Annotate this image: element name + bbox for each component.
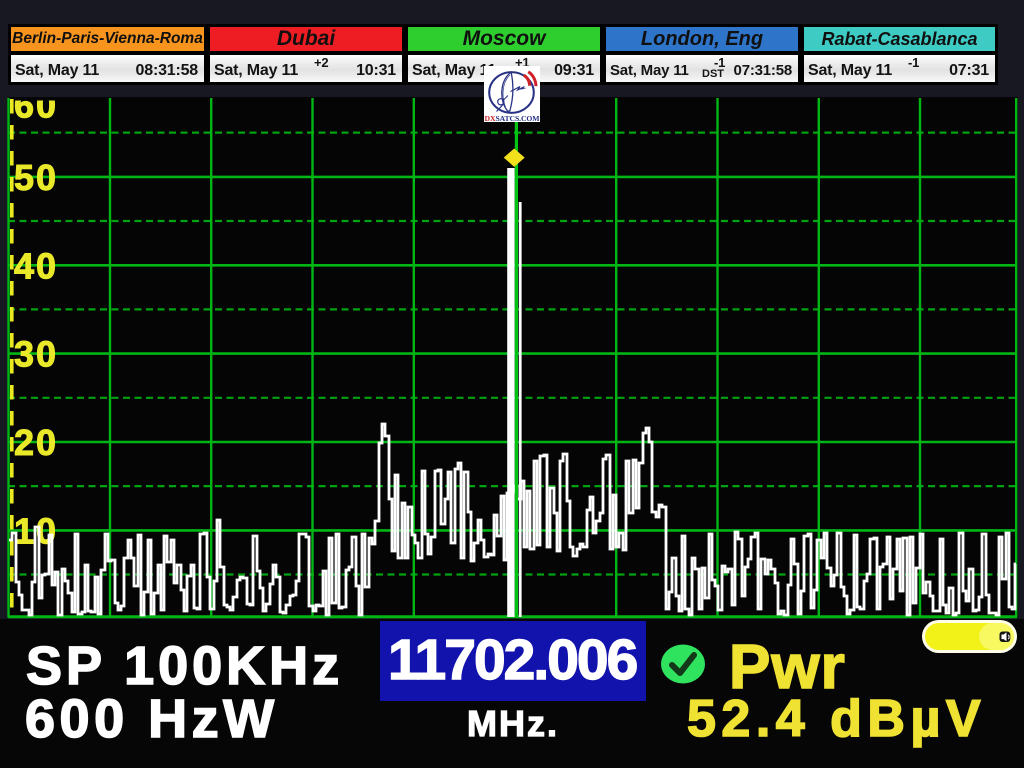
svg-text:20: 20 [14, 422, 58, 463]
svg-text:30: 30 [14, 334, 58, 375]
svg-text:40: 40 [14, 245, 58, 286]
svg-text:50: 50 [14, 157, 58, 198]
svg-text:DXSATCS.COM: DXSATCS.COM [485, 114, 540, 122]
